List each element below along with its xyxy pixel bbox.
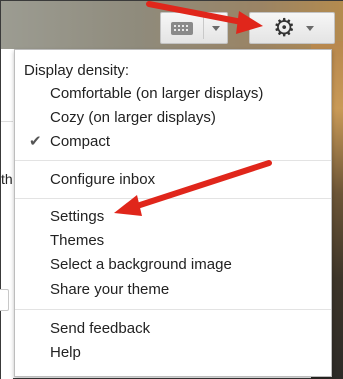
menu-item-help[interactable]: Help — [50, 344, 81, 362]
chevron-down-icon[interactable] — [212, 26, 220, 31]
display-density-heading: Display density: — [24, 62, 130, 79]
check-icon: ✔ — [29, 132, 42, 150]
background-divider — [1, 121, 13, 122]
background-page-edge — [1, 49, 13, 379]
menu-divider — [15, 309, 331, 310]
input-tools-button[interactable] — [160, 12, 228, 44]
gear-icon: ⚙ — [273, 13, 296, 42]
menu-item-settings[interactable]: Settings — [50, 208, 104, 226]
menu-item-cozy[interactable]: Cozy (on larger displays) — [50, 109, 216, 127]
menu-item-themes[interactable]: Themes — [50, 232, 104, 250]
background-partial-input — [0, 289, 9, 311]
keyboard-icon — [171, 22, 193, 35]
menu-divider — [15, 198, 331, 199]
menu-divider — [15, 160, 331, 161]
settings-dropdown-menu: Display density: Comfortable (on larger … — [14, 49, 332, 377]
menu-item-configure-inbox[interactable]: Configure inbox — [50, 171, 155, 189]
menu-item-compact[interactable]: Compact — [50, 133, 110, 151]
menu-item-share-theme[interactable]: Share your theme — [50, 281, 169, 299]
background-partial-text: th — [1, 171, 13, 187]
chevron-down-icon — [306, 26, 314, 31]
menu-item-send-feedback[interactable]: Send feedback — [50, 320, 150, 338]
menu-item-comfortable[interactable]: Comfortable (on larger displays) — [50, 85, 263, 103]
menu-item-select-background[interactable]: Select a background image — [50, 256, 232, 274]
settings-gear-button[interactable]: ⚙ — [249, 12, 335, 44]
button-separator — [203, 17, 204, 39]
